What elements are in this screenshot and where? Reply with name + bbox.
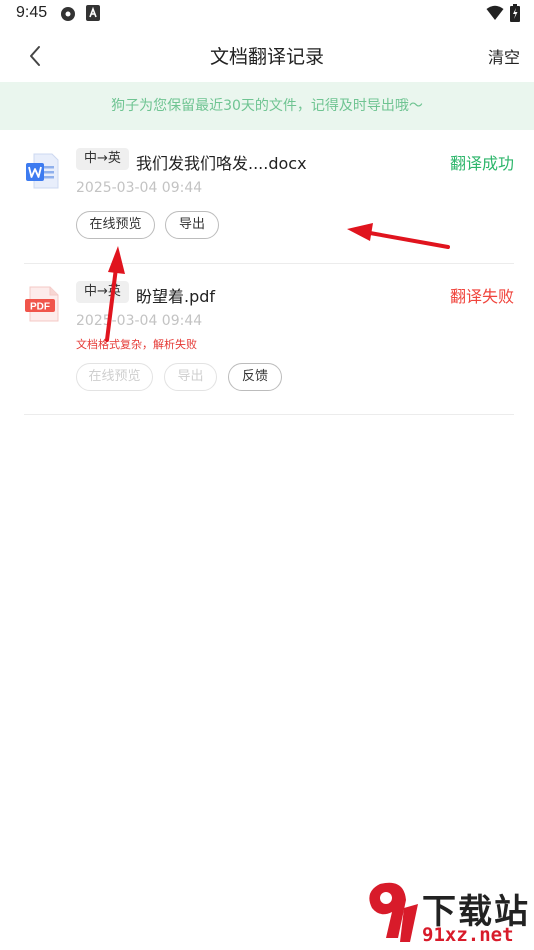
status-time: 9:45	[16, 4, 48, 21]
language-tag: 中→英	[76, 281, 129, 303]
a-status-icon	[86, 5, 100, 21]
export-button[interactable]: 导出	[164, 363, 217, 391]
retention-notice: 狗子为您保留最近30天的文件，记得及时导出哦～	[0, 82, 534, 130]
file-name: 我们发我们咯发....docx	[136, 154, 307, 173]
feedback-button[interactable]: 反馈	[228, 363, 282, 391]
clear-button[interactable]: 清空	[488, 44, 520, 68]
pdf-file-icon: PDF	[25, 286, 59, 322]
language-tag: 中→英	[76, 148, 129, 170]
record-time: 2025-03-04 09:44	[76, 180, 203, 196]
file-name: 盼望着.pdf	[136, 287, 216, 306]
word-file-icon	[26, 153, 59, 189]
record-item[interactable]: PDF 中→英 盼望着.pdf 翻译失败 2025-03-04 09:44 文档…	[24, 275, 514, 415]
online-preview-button[interactable]: 在线预览	[76, 211, 155, 239]
site-watermark: 下载站 91xz.net	[360, 878, 530, 948]
export-button[interactable]: 导出	[165, 211, 219, 239]
watermark-url: 91xz.net	[422, 924, 514, 946]
translation-status: 翻译失败	[449, 287, 514, 306]
top-bar: 文档翻译记录 清空	[0, 28, 534, 82]
translation-status: 翻译成功	[449, 154, 514, 173]
error-message: 文档格式复杂，解析失败	[76, 338, 197, 351]
status-bar: 9:45	[0, 0, 534, 28]
record-item[interactable]: 中→英 我们发我们咯发....docx 翻译成功 2025-03-04 09:4…	[24, 142, 514, 264]
record-time: 2025-03-04 09:44	[76, 313, 203, 329]
wifi-icon	[486, 5, 504, 20]
battery-icon	[510, 4, 520, 22]
settings-status-icon	[61, 7, 75, 21]
page-title: 文档翻译记录	[209, 46, 324, 68]
watermark-logo-icon	[369, 882, 418, 942]
pdf-icon-label: PDF	[30, 302, 50, 313]
online-preview-button[interactable]: 在线预览	[76, 363, 153, 391]
